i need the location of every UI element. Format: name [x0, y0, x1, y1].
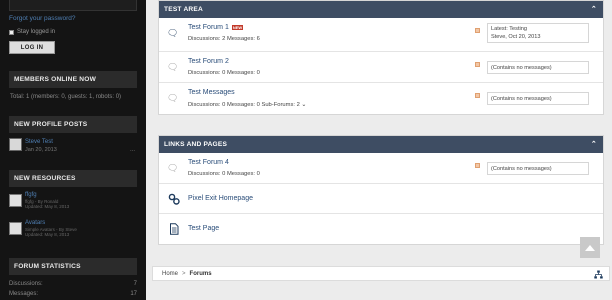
test-area-panel: TEST AREA ⌃ 🗨 Test Forum 1 NEW Discussio…: [158, 0, 604, 115]
chat-bubble-icon: 🗨: [167, 62, 179, 72]
link-icon: [168, 193, 180, 205]
profile-post: Steve Test Jan 20, 2013 ...: [9, 138, 137, 158]
rss-icon[interactable]: [475, 163, 480, 168]
forum-stats-text: Discussions: 0 Messages: 0 Sub-Forums: 2: [188, 102, 300, 108]
forum-title-label[interactable]: Test Forum 1: [188, 24, 229, 31]
forum-statistics-heading: FORUM STATISTICS: [9, 258, 137, 275]
chat-bubble-icon: 🗨: [167, 28, 179, 38]
stay-logged-in-label: Stay logged in: [17, 29, 56, 35]
password-input[interactable]: [9, 0, 137, 11]
latest-post-meta: Steve, Oct 20, 2013: [491, 34, 541, 40]
test-area-header[interactable]: TEST AREA ⌃: [159, 1, 603, 18]
rss-icon[interactable]: [475, 93, 480, 98]
stat-discussions: Discussions: 7: [9, 281, 137, 287]
stat-messages-value: 17: [130, 291, 137, 297]
new-resources-heading: NEW RESOURCES: [9, 170, 137, 187]
resource-item: Avatars Simple Avatars - By Steve Update…: [9, 220, 137, 240]
category-title[interactable]: TEST AREA: [164, 6, 203, 13]
page-title[interactable]: Test Page: [188, 225, 219, 232]
latest-post-title[interactable]: Latest: Testing: [491, 25, 585, 33]
avatar[interactable]: [9, 138, 22, 151]
chevron-down-icon[interactable]: ⌄: [301, 102, 306, 108]
links-and-pages-panel: LINKS AND PAGES ⌃ 🗨 Test Forum 4 Discuss…: [158, 135, 604, 245]
resource-item: ffgfg ffgfg - By Ronald Updated: May 8, …: [9, 192, 137, 212]
category-title[interactable]: LINKS AND PAGES: [164, 141, 227, 148]
rss-icon[interactable]: [475, 62, 480, 67]
rss-icon[interactable]: [475, 28, 480, 33]
forum-stats: Discussions: 0 Messages: 0: [188, 171, 260, 177]
main-content: TEST AREA ⌃ 🗨 Test Forum 1 NEW Discussio…: [146, 0, 612, 300]
breadcrumb-separator: >: [182, 270, 186, 277]
forum-title[interactable]: Test Forum 1 NEW: [188, 24, 244, 31]
forum-title[interactable]: Test Forum 4: [188, 159, 229, 166]
page-icon: [170, 223, 179, 235]
links-and-pages-header[interactable]: LINKS AND PAGES ⌃: [159, 136, 603, 153]
forum-title[interactable]: Test Messages: [188, 89, 235, 96]
forum-title-label[interactable]: Test Messages: [188, 89, 235, 96]
chevron-up-icon[interactable]: ⌃: [591, 5, 597, 13]
sitemap-icon[interactable]: [594, 270, 603, 279]
forum-title[interactable]: Test Forum 2: [188, 58, 229, 65]
chat-bubble-icon: 🗨: [167, 163, 179, 173]
profile-post-author[interactable]: Steve Test: [25, 139, 53, 145]
breadcrumb: Home > Forums: [152, 266, 610, 281]
forum-stats: Discussions: 2 Messages: 6: [188, 36, 260, 42]
profile-post-date: Jan 20, 2013: [25, 147, 57, 153]
stat-discussions-value: 7: [133, 281, 137, 287]
forum-title-label[interactable]: Test Forum 2: [188, 58, 229, 65]
forum-row: 🗨 Test Forum 4 Discussions: 0 Messages: …: [159, 153, 603, 184]
page-row: Test Page: [159, 214, 603, 244]
forgot-password-link[interactable]: Forgot your password?: [9, 15, 75, 22]
stat-messages-label: Messages:: [9, 291, 39, 297]
forum-stats: Discussions: 0 Messages: 0: [188, 70, 260, 76]
resource-updated: Updated: May 8, 2013: [25, 232, 70, 237]
forum-row: 🗨 Test Forum 2 Discussions: 0 Messages: …: [159, 52, 603, 83]
forum-row: 🗨 Test Messages Discussions: 0 Messages:…: [159, 83, 603, 114]
new-badge: NEW: [231, 25, 244, 30]
forum-row: 🗨 Test Forum 1 NEW Discussions: 2 Messag…: [159, 18, 603, 52]
breadcrumb-home[interactable]: Home: [162, 271, 178, 277]
forum-stats: Discussions: 0 Messages: 0 Sub-Forums: 2…: [188, 101, 306, 108]
latest-post-box: (Contains no messages): [487, 92, 589, 105]
profile-post-more[interactable]: ...: [130, 147, 135, 153]
scroll-to-top-button[interactable]: [580, 237, 600, 258]
resource-updated: Updated: May 8, 2013: [25, 204, 70, 209]
chat-bubble-icon: 🗨: [167, 93, 179, 103]
resource-thumbnail[interactable]: [9, 222, 22, 235]
stay-logged-in[interactable]: Stay logged in: [9, 29, 55, 35]
latest-post-box: (Contains no messages): [487, 61, 589, 74]
forum-title-label[interactable]: Test Forum 4: [188, 159, 229, 166]
new-profile-posts-heading: NEW PROFILE POSTS: [9, 116, 137, 133]
latest-post-box: (Contains no messages): [487, 162, 589, 175]
stat-messages: Messages: 17: [9, 291, 137, 297]
link-title[interactable]: Pixel Exit Homepage: [188, 195, 253, 202]
members-online-heading: MEMBERS ONLINE NOW: [9, 71, 137, 88]
arrow-up-icon: [585, 244, 595, 251]
latest-post-box[interactable]: Latest: Testing Steve, Oct 20, 2013: [487, 23, 589, 43]
resource-title[interactable]: ffgfg: [25, 192, 37, 198]
login-button[interactable]: LOG IN: [9, 41, 55, 54]
members-online-total: Total: 1 (members: 0, guests: 1, robots:…: [10, 94, 122, 100]
sidebar: Forgot your password? Stay logged in LOG…: [0, 0, 146, 300]
stat-discussions-label: Discussions:: [9, 281, 43, 287]
stay-logged-in-checkbox[interactable]: [9, 29, 14, 35]
resource-thumbnail[interactable]: [9, 194, 22, 207]
chevron-up-icon[interactable]: ⌃: [591, 140, 597, 148]
link-row: Pixel Exit Homepage: [159, 184, 603, 214]
breadcrumb-current[interactable]: Forums: [190, 271, 212, 277]
resource-title[interactable]: Avatars: [25, 220, 45, 226]
